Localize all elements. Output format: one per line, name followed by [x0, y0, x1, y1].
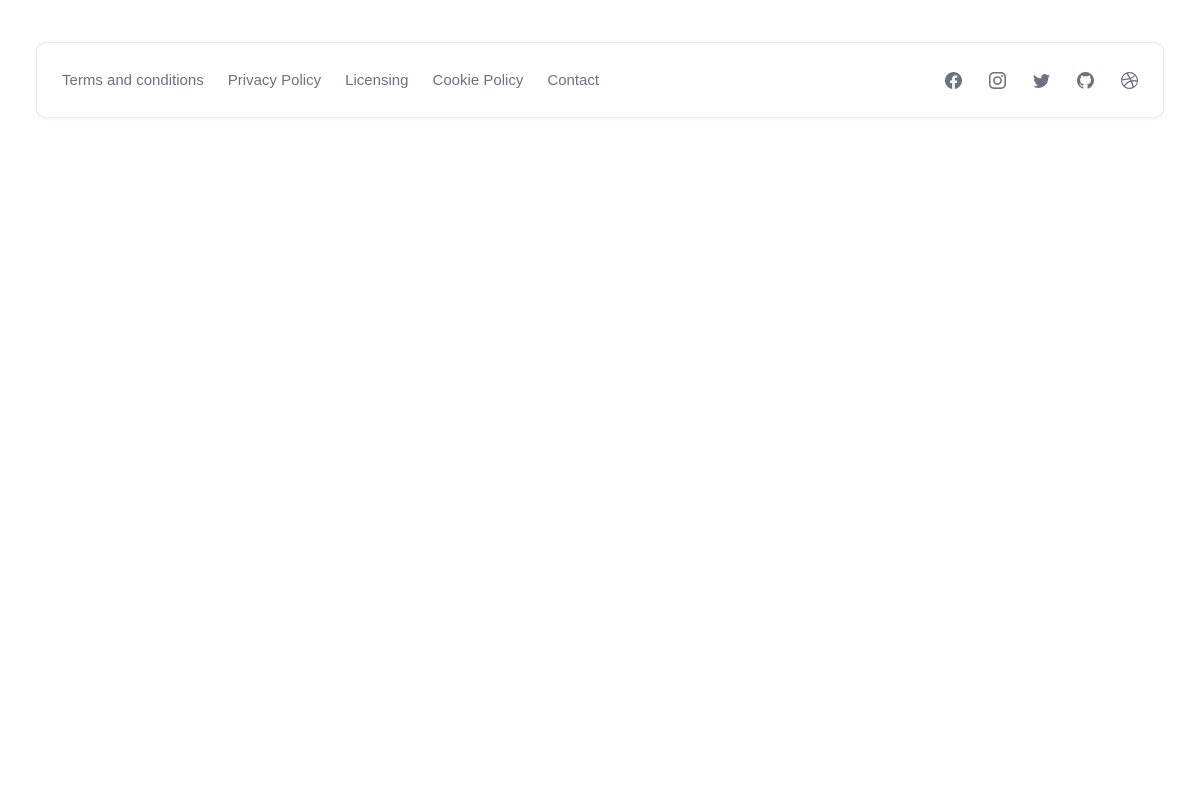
- footer-link-licensing[interactable]: Licensing: [345, 73, 408, 88]
- footer-link-terms[interactable]: Terms and conditions: [62, 73, 204, 88]
- facebook-icon: [945, 72, 962, 89]
- social-icon-list: [945, 72, 1138, 89]
- social-link-facebook[interactable]: [945, 72, 962, 89]
- social-link-twitter[interactable]: [1033, 72, 1050, 89]
- footer-nav: Terms and conditions Privacy Policy Lice…: [62, 73, 599, 88]
- twitter-icon: [1033, 72, 1050, 89]
- footer-link-cookie-policy[interactable]: Cookie Policy: [433, 73, 524, 88]
- social-link-dribbble[interactable]: [1121, 72, 1138, 89]
- instagram-icon: [989, 72, 1006, 89]
- social-link-instagram[interactable]: [989, 72, 1006, 89]
- footer-link-contact[interactable]: Contact: [547, 73, 599, 88]
- footer-bar: Terms and conditions Privacy Policy Lice…: [36, 42, 1164, 118]
- github-icon: [1077, 72, 1094, 89]
- social-link-github[interactable]: [1077, 72, 1094, 89]
- footer-link-privacy-policy[interactable]: Privacy Policy: [228, 73, 321, 88]
- dribbble-icon: [1121, 72, 1138, 89]
